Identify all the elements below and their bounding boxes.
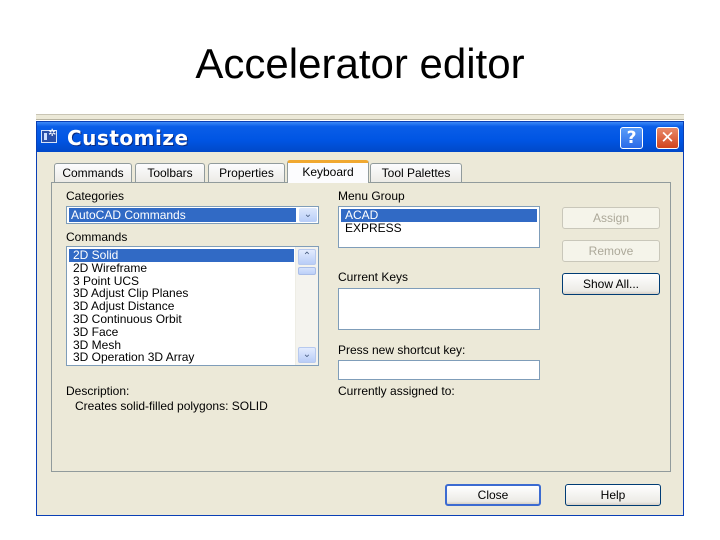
current-keys-list[interactable] [338, 288, 540, 330]
shortcut-key-input[interactable] [338, 360, 540, 380]
description-text: Creates solid-filled polygons: SOLID [75, 399, 268, 413]
list-item[interactable]: 2D Solid [69, 249, 294, 262]
scroll-up-icon[interactable]: ⌃ [298, 249, 316, 265]
shortcut-label: Press new shortcut key: [338, 343, 466, 357]
menu-group-list[interactable]: ACAD EXPRESS [338, 206, 540, 248]
help-title-button[interactable]: ? [620, 127, 643, 149]
list-item[interactable]: EXPRESS [341, 221, 537, 235]
menu-group-label: Menu Group [338, 189, 405, 203]
tab-keyboard[interactable]: Keyboard [287, 160, 369, 183]
chevron-down-icon[interactable]: ⌄ [299, 208, 317, 222]
list-item[interactable]: 3D Operation 3D Array [69, 351, 294, 364]
background-window-strip [36, 114, 684, 120]
commands-list[interactable]: 2D Solid 2D Wireframe 3 Point UCS 3D Adj… [66, 246, 319, 366]
title-bar[interactable]: Customize ? ✕ [37, 122, 683, 152]
current-keys-label: Current Keys [338, 270, 409, 284]
commands-label: Commands [66, 230, 128, 244]
tab-tool-palettes[interactable]: Tool Palettes [370, 163, 462, 182]
slide-title: Accelerator editor [195, 40, 525, 87]
customize-dialog: Customize ? ✕ Commands Toolbars Properti… [36, 121, 684, 516]
show-all-button[interactable]: Show All... [562, 273, 660, 295]
scroll-thumb[interactable] [298, 267, 316, 275]
commands-scrollbar[interactable]: ⌃ ⌄ [295, 247, 318, 365]
customize-app-icon [41, 128, 57, 143]
list-item[interactable]: ACAD [341, 209, 537, 222]
close-button[interactable]: Close [445, 484, 541, 506]
list-item[interactable]: 3D Continuous Orbit [69, 313, 294, 326]
keyboard-panel: Categories AutoCAD Commands ⌄ Commands 2… [51, 182, 671, 472]
description-label: Description: [66, 384, 130, 398]
list-item[interactable]: 2D Wireframe [69, 261, 294, 275]
tab-properties[interactable]: Properties [208, 163, 285, 182]
help-button[interactable]: Help [565, 484, 661, 506]
tab-commands[interactable]: Commands [54, 163, 132, 182]
categories-dropdown[interactable]: AutoCAD Commands ⌄ [66, 206, 319, 224]
categories-label: Categories [66, 189, 125, 203]
categories-selected-value: AutoCAD Commands [69, 208, 296, 222]
list-item[interactable]: 3D Face [69, 325, 294, 339]
window-title: Customize [67, 126, 189, 150]
remove-button[interactable]: Remove [562, 240, 660, 262]
tab-toolbars[interactable]: Toolbars [135, 163, 205, 182]
close-window-button[interactable]: ✕ [656, 127, 679, 149]
scroll-down-icon[interactable]: ⌄ [298, 347, 316, 363]
assign-button[interactable]: Assign [562, 207, 660, 229]
currently-assigned-label: Currently assigned to: [338, 384, 455, 398]
